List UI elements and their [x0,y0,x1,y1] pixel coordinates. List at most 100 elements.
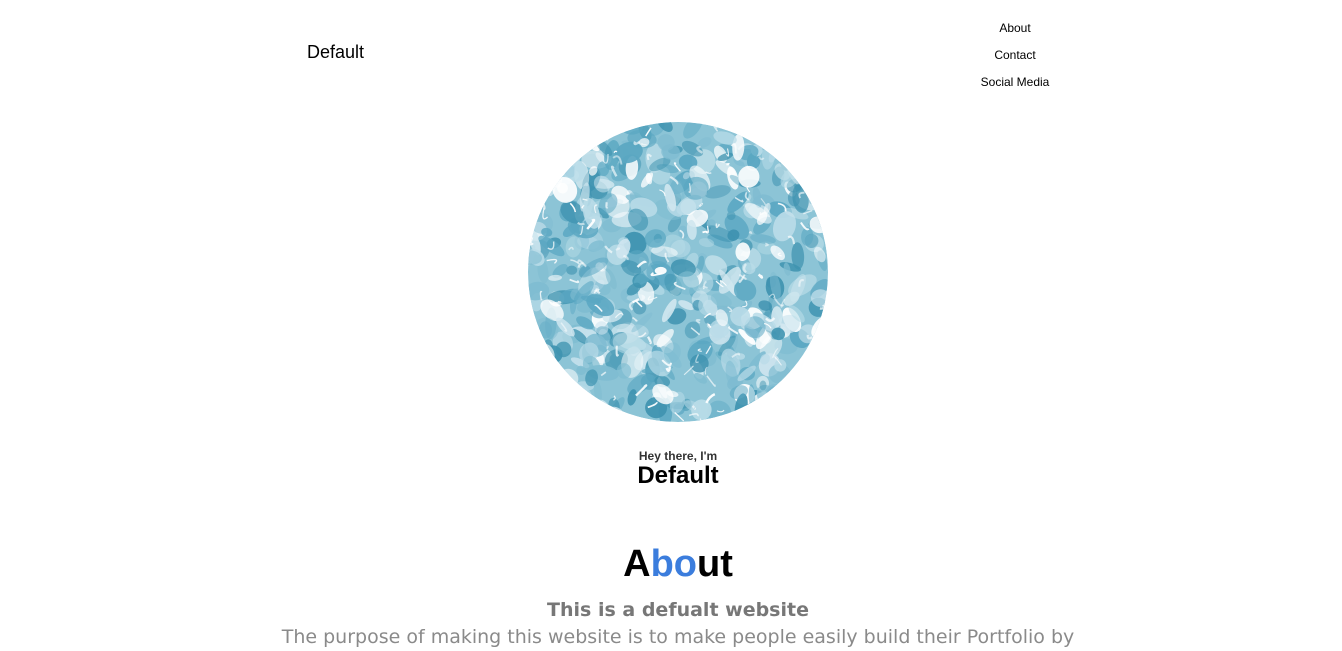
nav-link-social-media[interactable]: Social Media [981,75,1050,89]
water-ripple [528,363,545,380]
water-ripple [528,139,542,163]
water-highlight [546,149,557,159]
water-ripple [813,369,828,391]
water-ripple [815,402,826,413]
nav-item-contact: Contact [960,45,1070,72]
water-ripple [759,380,767,391]
water-ripple [766,394,783,413]
water-ripple [550,153,562,172]
water-ripple [528,167,542,186]
water-ripple [547,395,572,416]
water-ripple [807,348,828,375]
water-ripple [528,389,540,410]
water-ripple [528,122,542,132]
water-ripple [569,409,584,422]
water-ripple [803,153,818,178]
water-ripple [813,122,828,137]
about-heading-part-bo: bo [650,543,697,585]
water-ripple [551,400,572,419]
nav-link-contact[interactable]: Contact [994,48,1035,62]
water-ripple [535,376,560,402]
water-ripple [795,364,822,390]
water-ripple [817,398,828,410]
water-ripple [576,392,590,421]
water-ripple [813,162,828,188]
water-ripple [537,139,563,161]
brand-logo[interactable]: Default [307,42,364,63]
water-ripple [794,122,810,137]
water-ripple [550,141,565,156]
water-ripple [538,388,548,420]
water-ripple [555,122,572,141]
hero-greeting: Hey there, I'm [638,449,718,463]
water-highlight [775,141,784,153]
water-ripple [809,384,828,405]
site-header: Default About Contact Social Media [0,0,1342,110]
water-ripple [771,410,784,419]
water-ripple [542,122,562,143]
water-highlight [581,135,591,140]
about-heading-part-a: A [623,543,651,585]
water-ripple [784,395,804,417]
water-ripple [813,390,828,404]
water-ripple [579,122,594,143]
water-ripple [785,405,799,421]
water-ripple [602,122,615,135]
water-ripple [566,406,595,422]
water-highlight [814,138,821,145]
water-highlight [792,163,802,172]
water-ripple [528,354,538,364]
water-ripple [553,401,567,412]
about-heading-part-ut: ut [697,543,733,585]
water-ripple [547,363,559,377]
water-ripple [749,122,772,136]
water-highlight [615,247,621,251]
water-ripple [785,128,805,146]
water-ripple [809,122,827,133]
water-ripple [791,392,804,404]
water-highlight [824,332,828,342]
water-highlight [807,380,816,390]
water-highlight [807,179,812,188]
water-ripple [764,399,790,422]
hero-name: Default [637,462,719,489]
water-ripple [529,400,540,420]
water-ripple [528,333,537,353]
water-ripple [528,349,544,367]
water-highlight [552,300,562,305]
water-ripple [816,346,828,370]
nav-item-social-media: Social Media [960,72,1070,99]
water-highlight [813,163,819,174]
water-highlight [776,418,781,422]
water-ripple [565,387,580,404]
water-ripple [528,130,555,153]
water-ripple [802,162,818,173]
water-ripple [797,128,816,146]
nav-link-about[interactable]: About [999,21,1030,35]
water-ripple [580,404,598,422]
water-ripple [804,374,826,397]
water-ripple [805,122,821,129]
about-heading: About [0,540,1342,588]
water-ripple [528,358,543,375]
water-ripple [801,407,822,422]
water-ripple [757,413,772,422]
water-highlight [528,168,532,173]
water-ripple [528,173,537,193]
water-highlight [775,132,784,140]
water-ripple [535,122,551,135]
water-ripple [564,122,592,136]
water-ripple [528,380,541,396]
water-ripple [797,122,806,134]
water-ripple [820,155,828,177]
water-ripple [528,122,545,148]
water-ripple [566,383,574,406]
water-ripple [555,386,576,407]
water-ripple [528,164,542,189]
water-ripple [544,150,557,159]
about-subtitle: This is a defualt website [547,599,809,621]
water-ripple [547,384,570,413]
water-highlight [554,148,564,153]
water-ripple [566,391,579,406]
water-ripple [534,366,560,392]
